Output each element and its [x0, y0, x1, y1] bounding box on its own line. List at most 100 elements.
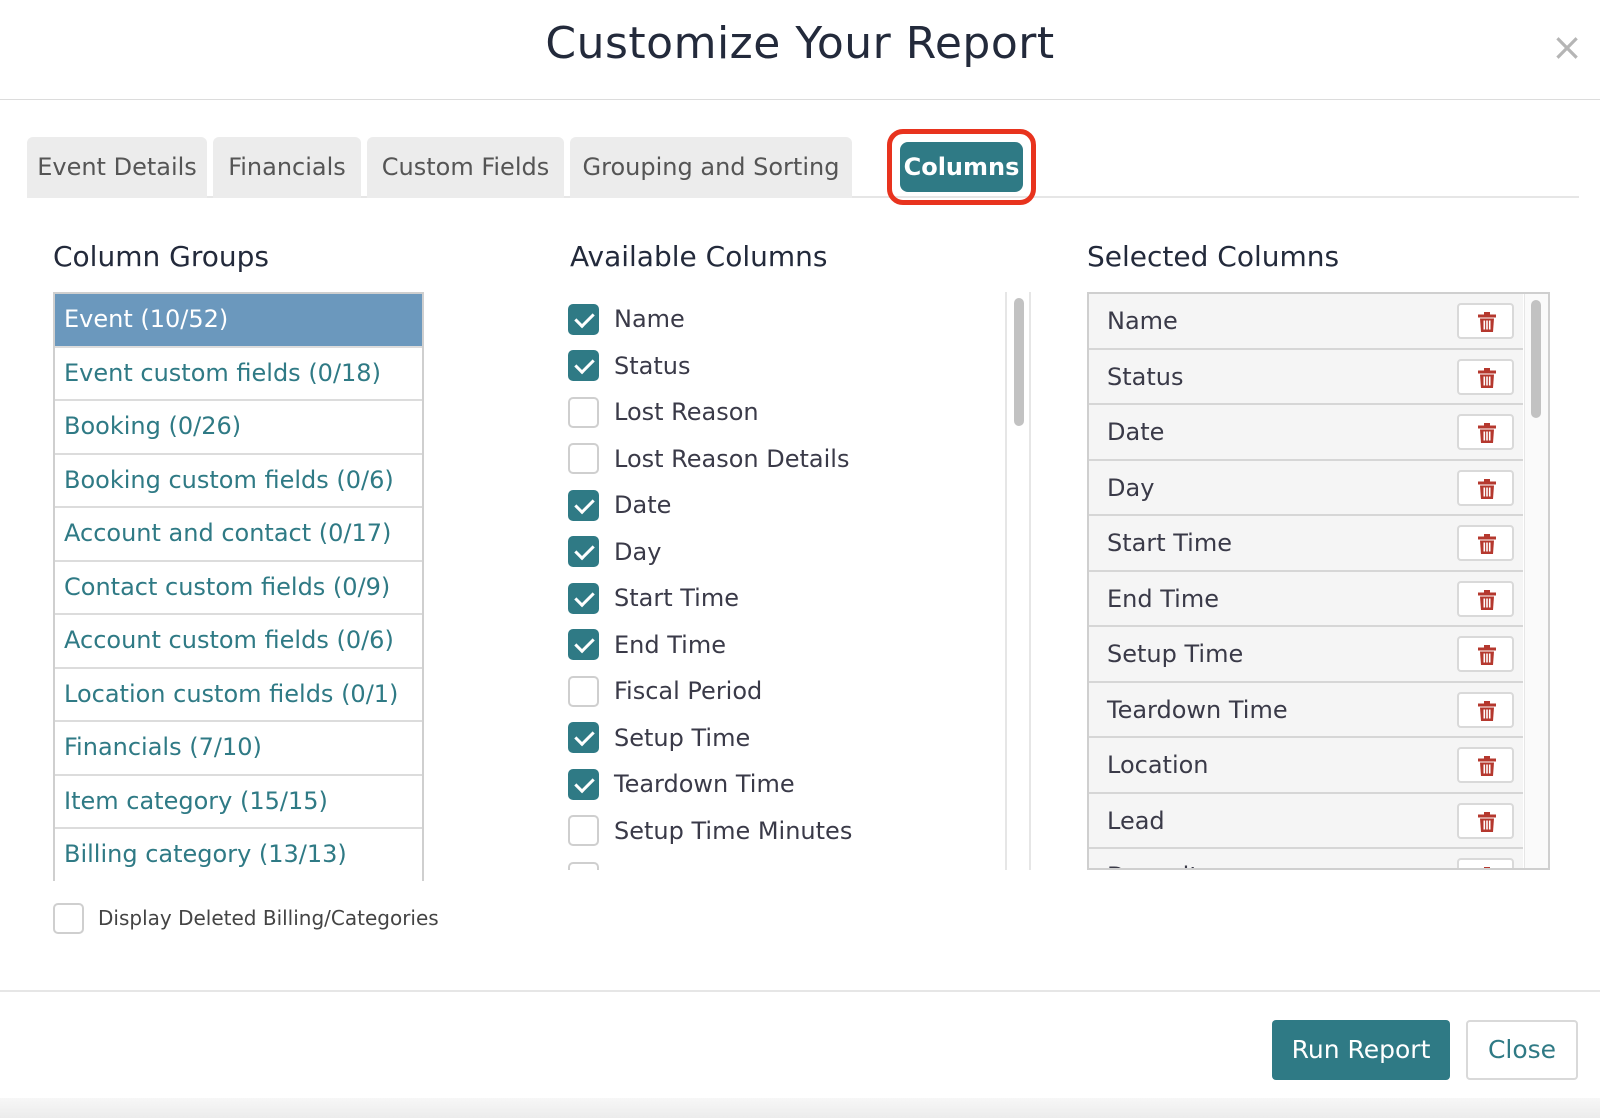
- bottom-shade: [0, 1098, 1600, 1118]
- selected-column-label: End Time: [1107, 584, 1219, 613]
- trash-icon: [1478, 645, 1496, 665]
- selected-columns-scroll-thumb[interactable]: [1531, 300, 1541, 418]
- available-column-checkbox[interactable]: [568, 350, 599, 382]
- tab-columns[interactable]: Columns: [900, 142, 1023, 192]
- column-group-item[interactable]: Item category (15/15): [55, 775, 422, 829]
- available-column-checkbox[interactable]: [568, 675, 599, 707]
- trash-icon: [1478, 367, 1496, 388]
- column-group-item[interactable]: Account custom fields (0/6): [55, 615, 422, 669]
- remove-column-button[interactable]: [1457, 858, 1514, 868]
- selected-column-label: Deposit: [1107, 849, 1199, 868]
- available-column-item[interactable]: Lost Reason Details: [568, 432, 1034, 479]
- available-column-item-partial[interactable]: [568, 850, 1034, 870]
- display-deleted-checkbox[interactable]: [53, 902, 84, 934]
- tab-grouping-and-sorting[interactable]: Grouping and Sorting: [570, 137, 852, 198]
- available-column-checkbox[interactable]: [568, 536, 599, 568]
- selected-column-label: Location: [1107, 751, 1209, 779]
- selected-column-item[interactable]: Location: [1089, 738, 1523, 794]
- column-group-item[interactable]: Account and contact (0/17): [55, 508, 422, 562]
- column-groups-list: Event (10/52) Event custom fields (0/18) B…: [53, 292, 424, 883]
- dialog-title: Customize Your Report: [545, 18, 1055, 69]
- available-column-checkbox[interactable]: [568, 443, 599, 475]
- available-column-item[interactable]: Fiscal Period: [568, 664, 1034, 711]
- selected-column-label: Status: [1107, 362, 1184, 391]
- selected-column-item[interactable]: Deposit: [1089, 849, 1523, 868]
- remove-column-button[interactable]: [1457, 580, 1514, 617]
- tab-highlight-outline: Columns: [887, 129, 1036, 205]
- available-column-item[interactable]: Start Time: [568, 571, 1034, 618]
- remove-column-button[interactable]: [1457, 525, 1514, 561]
- column-groups-heading: Column Groups: [53, 240, 269, 273]
- selected-columns-list: Name Status Date Day Start Time End Time Setup…: [1087, 292, 1550, 870]
- remove-column-button[interactable]: [1457, 747, 1514, 783]
- column-group-item[interactable]: Event (10/52): [55, 294, 422, 348]
- available-column-checkbox[interactable]: [568, 489, 599, 521]
- display-deleted-row: Display Deleted Billing/Categories: [53, 902, 439, 934]
- available-column-checkbox[interactable]: [568, 815, 599, 847]
- column-group-item[interactable]: Billing category (13/13): [55, 829, 422, 883]
- available-column-item[interactable]: Date: [568, 478, 1034, 525]
- available-column-label: End Time: [614, 630, 726, 659]
- available-column-label: Fiscal Period: [614, 677, 763, 706]
- remove-column-button[interactable]: [1457, 802, 1514, 839]
- remove-column-button[interactable]: [1457, 414, 1514, 450]
- selected-column-item[interactable]: Setup Time: [1089, 627, 1523, 683]
- available-columns-scrollbar[interactable]: [1005, 292, 1031, 870]
- column-group-item[interactable]: Booking (0/26): [55, 401, 422, 455]
- available-column-label: Lost Reason Details: [614, 444, 850, 473]
- selected-column-item[interactable]: Day: [1089, 460, 1523, 516]
- available-columns-list: Name Status Lost Reason Lost Reason Details…: [568, 292, 1034, 870]
- available-column-item[interactable]: Status: [568, 339, 1034, 386]
- available-column-label: Lost Reason: [614, 398, 759, 427]
- customize-report-dialog: Customize Your Report × Event Details Fi…: [0, 0, 1600, 1118]
- selected-column-item[interactable]: Status: [1089, 349, 1523, 405]
- tab-event-details[interactable]: Event Details: [27, 137, 207, 198]
- available-column-checkbox[interactable]: [568, 396, 599, 428]
- selected-column-item[interactable]: Start Time: [1089, 516, 1523, 572]
- available-column-checkbox[interactable]: [568, 303, 599, 335]
- available-column-checkbox[interactable]: [568, 582, 599, 614]
- available-column-checkbox[interactable]: [568, 861, 599, 870]
- available-column-item[interactable]: Lost Reason: [568, 385, 1034, 432]
- selected-columns-heading: Selected Columns: [1087, 240, 1340, 273]
- available-column-checkbox[interactable]: [568, 768, 599, 800]
- selected-column-label: Teardown Time: [1107, 695, 1288, 724]
- run-report-button[interactable]: Run Report: [1272, 1020, 1450, 1080]
- remove-column-button[interactable]: [1457, 303, 1514, 339]
- selected-column-item[interactable]: Name: [1089, 294, 1523, 350]
- column-group-item[interactable]: Financials (7/10): [55, 722, 422, 776]
- available-columns-scroll-thumb[interactable]: [1014, 298, 1024, 426]
- remove-column-button[interactable]: [1457, 691, 1514, 728]
- column-group-item[interactable]: Booking custom fields (0/6): [55, 454, 422, 508]
- available-column-item[interactable]: Name: [568, 292, 1034, 339]
- remove-column-button[interactable]: [1457, 469, 1514, 506]
- selected-column-label: Lead: [1107, 806, 1165, 835]
- selected-column-item[interactable]: Lead: [1089, 793, 1523, 849]
- remove-column-button[interactable]: [1457, 636, 1514, 672]
- available-column-item[interactable]: Setup Time Minutes: [568, 804, 1034, 851]
- selected-column-item[interactable]: Teardown Time: [1089, 682, 1523, 738]
- available-column-label: Start Time: [614, 584, 739, 613]
- available-column-label: Setup Time Minutes: [614, 816, 853, 845]
- close-button[interactable]: Close: [1466, 1020, 1578, 1080]
- available-column-checkbox[interactable]: [568, 629, 599, 661]
- available-column-label: Day: [614, 537, 662, 566]
- tab-custom-fields[interactable]: Custom Fields: [367, 137, 564, 198]
- column-group-item[interactable]: Event custom fields (0/18): [55, 347, 422, 401]
- available-column-checkbox[interactable]: [568, 722, 599, 754]
- close-icon[interactable]: ×: [1550, 28, 1584, 66]
- available-column-item[interactable]: Teardown Time: [568, 757, 1034, 804]
- tab-financials[interactable]: Financials: [213, 137, 361, 198]
- available-column-item[interactable]: End Time: [568, 618, 1034, 665]
- selected-column-label: Start Time: [1107, 529, 1232, 557]
- available-column-item[interactable]: Setup Time: [568, 711, 1034, 758]
- column-group-item[interactable]: Location custom fields (0/1): [55, 668, 422, 722]
- column-group-item[interactable]: Contact custom fields (0/9): [55, 561, 422, 615]
- selected-column-item[interactable]: End Time: [1089, 571, 1523, 627]
- trash-icon: [1478, 811, 1496, 832]
- available-column-item[interactable]: Day: [568, 525, 1034, 572]
- remove-column-button[interactable]: [1457, 358, 1514, 395]
- trash-icon: [1478, 756, 1496, 776]
- selected-column-item[interactable]: Date: [1089, 405, 1523, 461]
- selected-column-label: Day: [1107, 473, 1155, 502]
